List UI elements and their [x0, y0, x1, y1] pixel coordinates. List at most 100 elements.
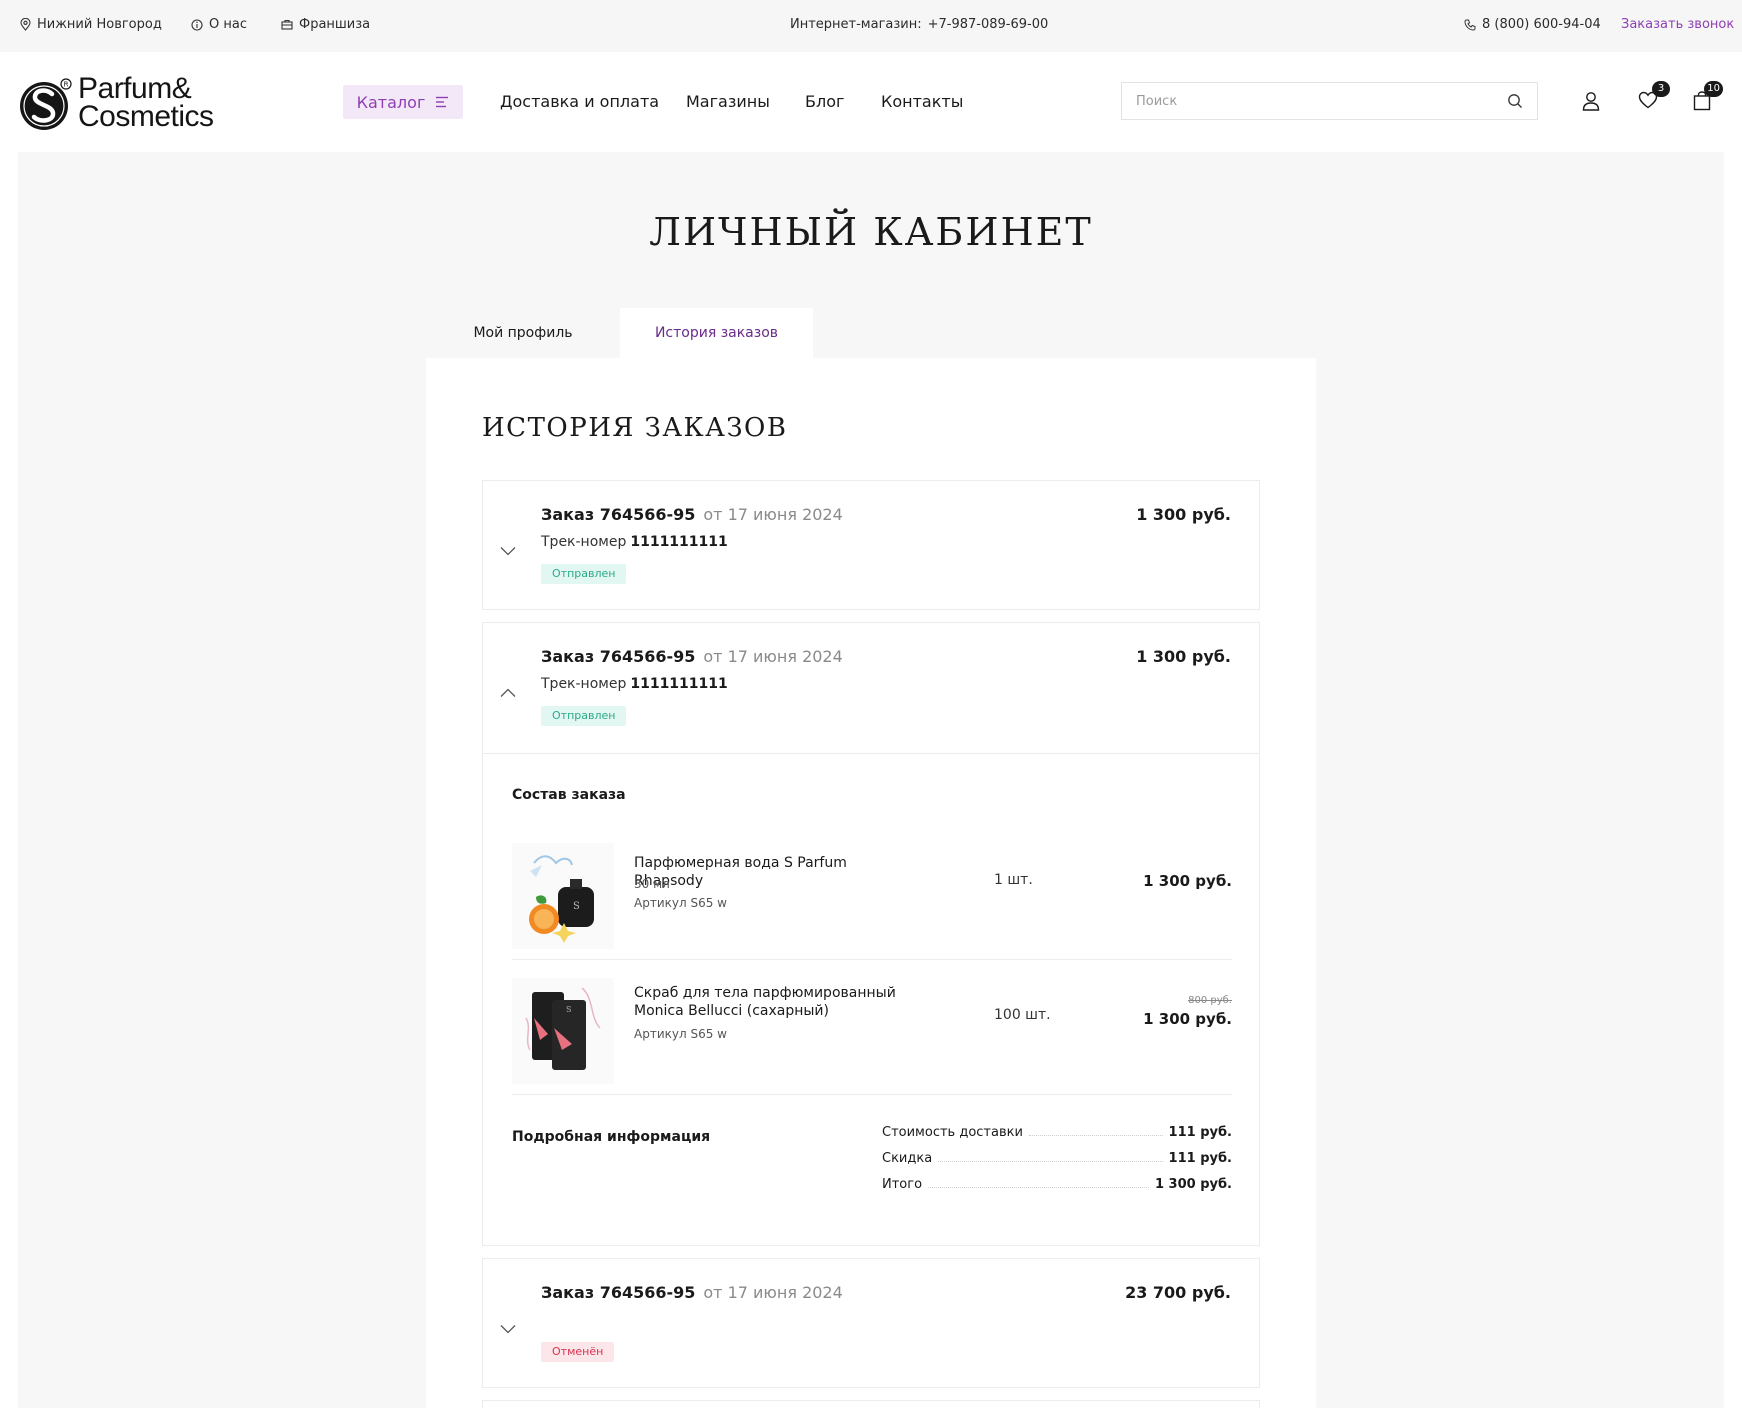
order-sum: 1 300 руб. [1136, 647, 1231, 666]
order-number: Заказ 764566-95 [541, 1283, 696, 1302]
summary-label: Скидка [882, 1151, 933, 1166]
track-number: Трек-номер 1111111111 [541, 676, 728, 692]
order-date: от 17 июня 2024 [703, 1283, 843, 1302]
franchise-link[interactable]: Франшиза [281, 17, 370, 32]
status-badge: Отправлен [541, 706, 627, 726]
callback-link[interactable]: Заказать звонок [1621, 17, 1734, 32]
product-old-price: 800 руб. [1188, 995, 1232, 1006]
order-number: Заказ 764566-95 [541, 647, 696, 666]
product-volume: 30 мл [634, 877, 670, 891]
shop-phone-block: Интернет-магазин: +7-987-089-69-00 [790, 17, 1048, 32]
city-label: Нижний Новгород [37, 17, 162, 32]
main-header: R Parfum& Cosmetics Каталог Доставка и о… [0, 52, 1742, 152]
search-input[interactable] [1122, 83, 1482, 119]
site-logo[interactable]: R Parfum& Cosmetics [18, 74, 228, 132]
status-badge: Отправлен [541, 564, 627, 584]
order-date: от 17 июня 2024 [703, 647, 843, 666]
product-name[interactable]: Скраб для тела парфюмированный Monica Be… [634, 984, 914, 1020]
dotted-leader [928, 1187, 1149, 1188]
product-name[interactable]: Парфюмерная вода S Parfum Rhapsody [634, 854, 914, 890]
track-number: Трек-номер 1111111111 [541, 534, 728, 550]
logo-text: Parfum& Cosmetics [78, 72, 214, 133]
order-title: Заказ 764566-95 от 17 июня 2024 [541, 647, 843, 666]
logo-mark-icon: R [18, 74, 74, 132]
phone-icon [1464, 19, 1476, 31]
bag-icon [1693, 91, 1711, 115]
chevron-down-icon[interactable] [500, 541, 516, 560]
product-price: 1 300 руб. [1143, 872, 1232, 890]
track-value: 1111111111 [630, 676, 728, 692]
nav-blog[interactable]: Блог [805, 92, 844, 111]
chevron-up-icon[interactable] [500, 683, 516, 702]
cart-button[interactable]: 10 [1693, 81, 1723, 115]
tab-order-history[interactable]: История заказов [620, 308, 813, 358]
cart-count-badge: 10 [1704, 81, 1723, 97]
menu-lines-icon [435, 93, 449, 112]
catalog-button[interactable]: Каталог [343, 85, 463, 119]
summary-value: 111 руб. [1168, 1125, 1232, 1140]
nav-delivery[interactable]: Доставка и оплата [500, 92, 659, 111]
logo-line-2: Cosmetics [78, 100, 214, 133]
svg-text:R: R [64, 81, 69, 89]
top-bar: Нижний Новгород О нас Франшиза Интернет-… [0, 0, 1742, 52]
track-label: Трек-номер [541, 676, 627, 692]
shop-phone[interactable]: +7-987-089-69-00 [928, 17, 1049, 32]
summary-label: Стоимость доставки [882, 1125, 1023, 1140]
order-sum: 23 700 руб. [1125, 1283, 1231, 1302]
order-title: Заказ 764566-95 от 17 июня 2024 [541, 505, 843, 524]
heart-icon [1638, 91, 1658, 113]
tab-my-profile[interactable]: Мой профиль [426, 308, 620, 358]
summary-label: Итого [882, 1177, 923, 1192]
divider [512, 1094, 1232, 1095]
order-history-panel: ИСТОРИЯ ЗАКАЗОВ Заказ 764566-95 от 17 июн… [426, 358, 1316, 1408]
nav-stores[interactable]: Магазины [686, 92, 770, 111]
detailed-info-label: Подробная информация [512, 1129, 711, 1145]
shop-phone-label: Интернет-магазин: [790, 17, 922, 32]
summary-total-row: Итого 1 300 руб. [882, 1177, 1232, 1192]
dotted-leader [1028, 1135, 1163, 1136]
order-card-expanded: Заказ 764566-95 от 17 июня 2024 1 300 руб… [482, 622, 1260, 1246]
page-title: ЛИЧНЫЙ КАБИНЕТ [649, 210, 1093, 254]
city-selector[interactable]: Нижний Новгород [20, 17, 162, 32]
info-icon [191, 18, 203, 31]
order-title: Заказ 764566-95 от 17 июня 2024 [541, 1283, 843, 1302]
dotted-leader [938, 1161, 1163, 1162]
divider [483, 753, 1259, 754]
status-badge: Отменён [541, 1342, 615, 1362]
summary-delivery-row: Стоимость доставки 111 руб. [882, 1125, 1232, 1140]
order-date: от 17 июня 2024 [703, 505, 843, 524]
order-card[interactable]: Заказ 764566-95 от 17 июня 2024 1 300 руб… [482, 480, 1260, 610]
svg-text:S: S [573, 901, 580, 912]
track-label: Трек-номер [541, 534, 627, 550]
order-number: Заказ 764566-95 [541, 505, 696, 524]
logo-line-1: Parfum& [78, 72, 192, 105]
chevron-down-icon[interactable] [500, 1319, 516, 1338]
search-icon[interactable] [1507, 93, 1523, 113]
order-card[interactable] [482, 1400, 1260, 1408]
about-label: О нас [209, 17, 247, 32]
nav-contacts[interactable]: Контакты [881, 92, 963, 111]
order-card[interactable]: Заказ 764566-95 от 17 июня 2024 23 700 ру… [482, 1258, 1260, 1388]
order-item: S Скраб для тела парфюмированный Monica … [512, 954, 1232, 1088]
catalog-label: Каталог [356, 92, 426, 112]
account-button[interactable] [1582, 91, 1600, 115]
track-value: 1111111111 [630, 534, 728, 550]
product-article: Артикул S65 w [634, 1027, 727, 1041]
product-qty: 1 шт. [994, 872, 1033, 888]
product-price: 1 300 руб. [1143, 1010, 1232, 1028]
composition-label: Состав заказа [512, 787, 626, 803]
summary-value: 111 руб. [1168, 1151, 1232, 1166]
location-pin-icon [20, 18, 31, 31]
summary-discount-row: Скидка 111 руб. [882, 1151, 1232, 1166]
product-article: Артикул S65 w [634, 896, 727, 910]
favorites-button[interactable]: 3 [1638, 81, 1670, 113]
order-item: S Парфюмерная вода S Parfum Rhapsody 30 … [512, 819, 1232, 953]
summary-value: 1 300 руб. [1154, 1177, 1232, 1192]
about-link[interactable]: О нас [191, 17, 247, 32]
svg-text:S: S [566, 1005, 571, 1014]
hotline-phone[interactable]: 8 (800) 600-94-04 [1464, 17, 1601, 32]
panel-title: ИСТОРИЯ ЗАКАЗОВ [482, 413, 788, 443]
franchise-label: Франшиза [299, 17, 371, 32]
briefcase-icon [281, 19, 293, 30]
product-image-perfume: S [512, 843, 614, 949]
